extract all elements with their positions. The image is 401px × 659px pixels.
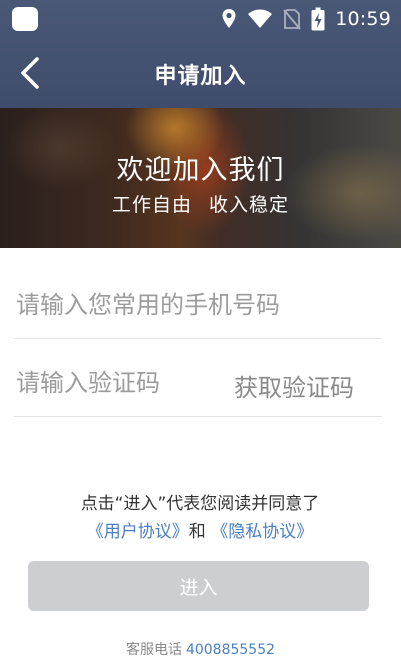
phone-input[interactable]: [16, 280, 376, 330]
page-title: 申请加入: [154, 64, 247, 89]
battery-charging-icon: [311, 7, 325, 31]
header: 10:59 申请加入: [0, 0, 401, 108]
verification-code-input[interactable]: [16, 358, 216, 408]
agreement-conjunction: 和: [188, 522, 206, 542]
banner-subtitle: 工作自由 收入稳定: [111, 194, 290, 216]
status-time: 10:59: [335, 8, 391, 30]
wifi-icon: [248, 9, 273, 28]
agreement-text: 点击“进入”代表您阅读并同意了 《用户协议》和 《隐私协议》: [30, 490, 370, 546]
user-agreement-link[interactable]: 《用户协议》: [87, 522, 189, 542]
app-icon: [12, 7, 38, 31]
enter-button[interactable]: 进入: [28, 561, 369, 611]
nav-bar: 申请加入: [0, 38, 401, 108]
location-icon: [222, 9, 236, 28]
welcome-banner: 欢迎加入我们 工作自由 收入稳定: [0, 108, 401, 248]
no-sim-icon: [283, 9, 301, 30]
privacy-policy-link[interactable]: 《隐私协议》: [211, 522, 313, 542]
status-icons: 10:59: [221, 6, 391, 32]
get-code-button[interactable]: 获取验证码: [234, 368, 354, 403]
code-field: 获取验证码: [14, 350, 382, 417]
service-label: 客服电话: [125, 642, 182, 658]
service-phone-link[interactable]: 4008855552: [186, 642, 275, 658]
customer-service: 客服电话 4008855552: [0, 639, 401, 659]
banner-title: 欢迎加入我们: [116, 155, 285, 186]
status-bar: 10:59: [0, 0, 401, 38]
phone-field: [14, 272, 382, 339]
agreement-prefix: 点击“进入”代表您阅读并同意了: [80, 494, 320, 514]
